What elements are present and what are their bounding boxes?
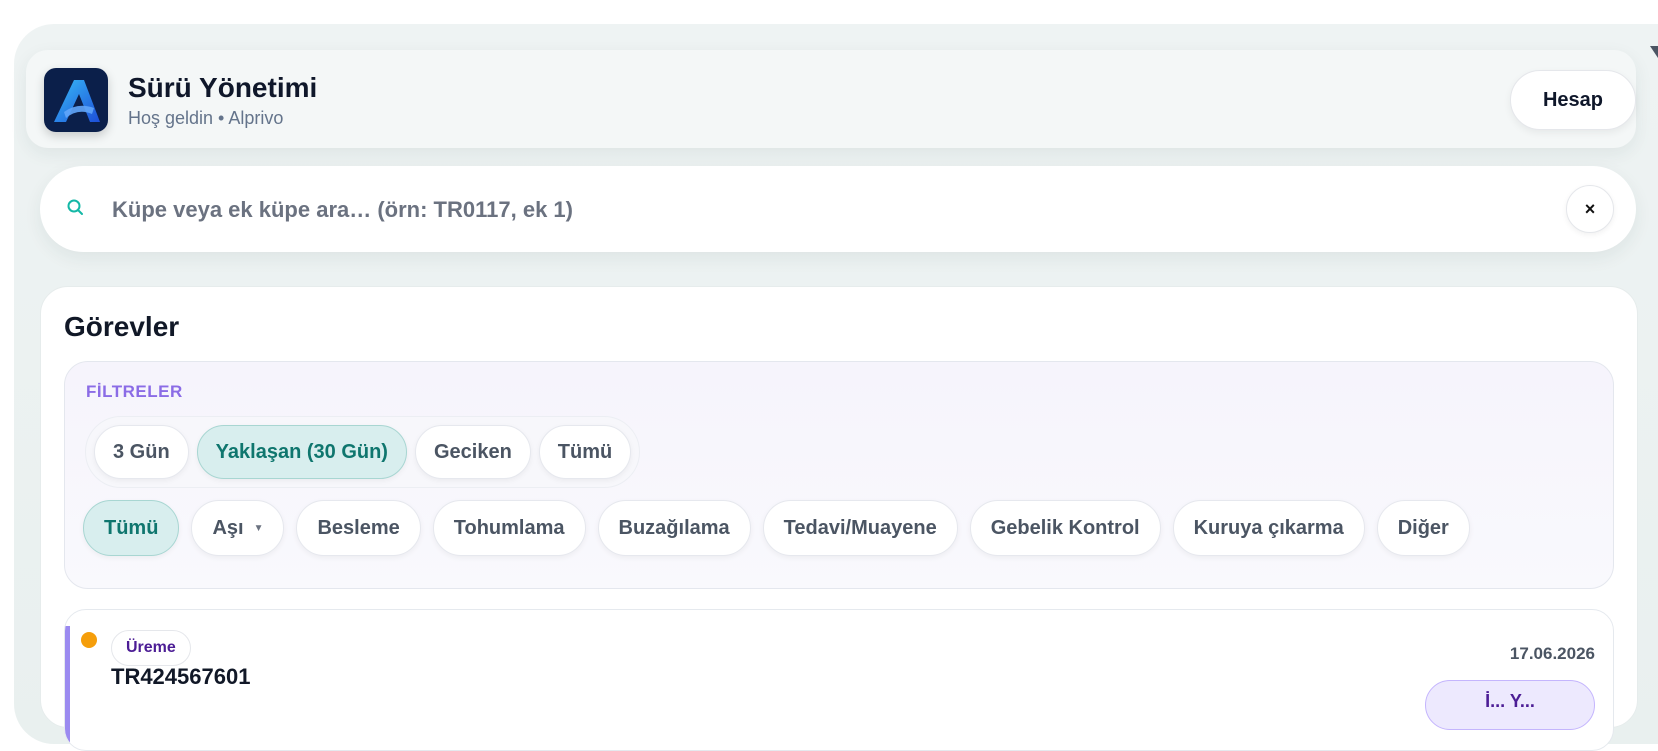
type-chip-all[interactable]: Tümü <box>83 500 180 556</box>
type-chip-pregnancy-check[interactable]: Gebelik Kontrol <box>969 500 1161 556</box>
filters-panel: FİLTRELER 3 Gün Yaklaşan (30 Gün) Gecike… <box>64 361 1614 589</box>
chevron-down-icon: ▼ <box>253 522 264 534</box>
status-dot-icon <box>81 632 97 648</box>
chip-label: Geciken <box>433 440 512 463</box>
welcome-subtitle: Hoş geldin • Alprivo <box>128 108 284 128</box>
type-chip-dry-off[interactable]: Kuruya çıkarma <box>1172 500 1365 556</box>
chip-label: Yaklaşan (30 Gün) <box>215 440 388 463</box>
clear-search-button[interactable]: × <box>1566 185 1614 233</box>
task-accent-bar <box>65 626 70 750</box>
search-icon <box>66 198 86 218</box>
chip-label: Gebelik Kontrol <box>990 516 1140 539</box>
chip-label: Tohumlama <box>453 516 565 539</box>
type-chip-feeding[interactable]: Besleme <box>296 500 421 556</box>
period-filter-group: 3 Gün Yaklaşan (30 Gün) Geciken Tümü <box>85 416 641 488</box>
close-icon: × <box>1584 198 1596 219</box>
tasks-card: Görevler FİLTRELER 3 Gün Yaklaşan (30 Gü… <box>40 286 1638 751</box>
task-due-date: 17.06.2026 <box>1509 644 1595 663</box>
type-chip-treatment[interactable]: Tedavi/Muayene <box>762 500 958 556</box>
window-corner-icon <box>1650 46 1658 58</box>
type-chip-other[interactable]: Diğer <box>1376 500 1470 556</box>
chip-label: 3 Gün <box>113 440 170 463</box>
chip-label: Diğer <box>1397 516 1449 539</box>
chip-label: Buzağılama <box>618 516 730 539</box>
chip-label: Kuruya çıkarma <box>1193 516 1344 539</box>
period-chip-3-days[interactable]: 3 Gün <box>94 425 189 479</box>
app-logo-icon <box>44 68 108 132</box>
chip-label: Tümü <box>557 440 613 463</box>
period-chip-overdue[interactable]: Geciken <box>414 425 531 479</box>
search-input[interactable] <box>110 186 1494 234</box>
tasks-title: Görevler <box>64 311 180 342</box>
type-chip-insemination[interactable]: Tohumlama <box>432 500 586 556</box>
task-item[interactable]: Üreme TR424567601 17.06.2026 İ... Y... <box>64 609 1614 751</box>
chip-label: Besleme <box>317 516 400 539</box>
task-action-button[interactable]: İ... Y... <box>1425 680 1595 730</box>
filters-label: FİLTRELER <box>86 382 183 401</box>
type-chip-calving[interactable]: Buzağılama <box>597 500 751 556</box>
type-filter-group: Tümü Aşı ▼ Besleme Tohumlama Buzağılama … <box>83 500 1470 556</box>
page-title: Sürü Yönetimi <box>128 72 318 103</box>
chip-label: Tümü <box>104 516 159 539</box>
account-button[interactable]: Hesap <box>1510 70 1636 130</box>
app-header: Sürü Yönetimi Hoş geldin • Alprivo Hesap <box>26 50 1636 148</box>
period-chip-upcoming[interactable]: Yaklaşan (30 Gün) <box>196 425 407 479</box>
chip-label: Tedavi/Muayene <box>783 516 937 539</box>
task-animal-tag: TR424567601 <box>111 664 251 689</box>
search-bar: × <box>40 166 1636 252</box>
chip-label: Aşı <box>212 516 244 539</box>
task-category-badge: Üreme <box>111 630 191 666</box>
period-chip-all[interactable]: Tümü <box>538 425 632 479</box>
type-chip-vaccine-dropdown[interactable]: Aşı ▼ <box>191 500 285 556</box>
